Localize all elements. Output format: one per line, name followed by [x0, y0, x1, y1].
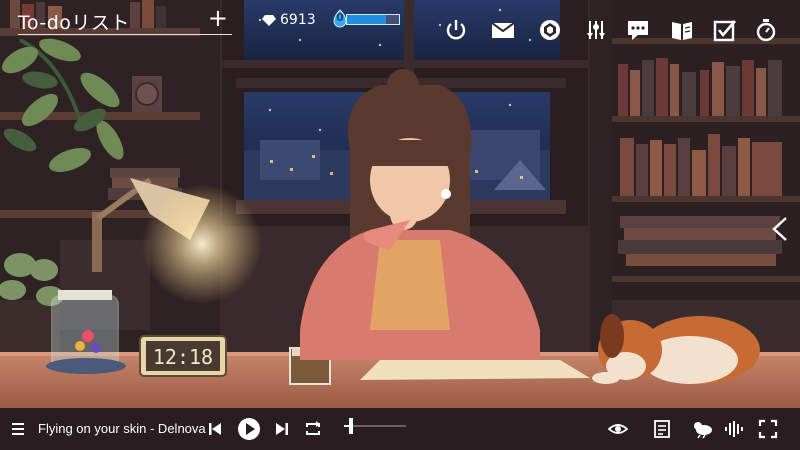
tuning-icon: [587, 21, 605, 39]
desk-clock: 12:18: [139, 335, 227, 377]
next-icon: [276, 423, 288, 435]
gems-count: 6913: [280, 12, 316, 28]
repeat-button[interactable]: [303, 419, 323, 439]
xp-bar-fill: [347, 15, 386, 24]
tasks-button[interactable]: [713, 18, 737, 42]
sound-mixer-button[interactable]: [723, 419, 743, 439]
clock-time: 12:18: [153, 345, 213, 369]
play-icon: [238, 418, 260, 440]
todo-add-button[interactable]: +: [208, 4, 228, 32]
side-panel-toggle[interactable]: [770, 216, 790, 242]
next-track-button[interactable]: [272, 419, 292, 439]
repeat-icon: [306, 421, 320, 435]
eye-icon: [608, 424, 628, 434]
checkbox-icon: [713, 20, 736, 42]
sound-wave-icon: [725, 421, 743, 437]
power-button[interactable]: [444, 18, 468, 42]
top-hud: To-doリスト + 6913 0: [0, 0, 800, 48]
gems-counter: 6913: [262, 12, 316, 28]
progress-thumb[interactable]: [349, 418, 354, 434]
visibility-button[interactable]: [608, 419, 628, 439]
notes-icon: [654, 420, 670, 438]
lofi-room-scene: 12:18: [0, 0, 800, 450]
timer-button[interactable]: [754, 18, 778, 42]
menu-button[interactable]: [8, 419, 28, 439]
power-icon: [446, 20, 466, 40]
level-indicator: 0: [330, 9, 400, 29]
diamond-icon: [262, 15, 276, 26]
terrarium-jar: [46, 290, 126, 374]
mail-icon: [491, 22, 515, 38]
sleeping-dog: [592, 314, 760, 384]
timer-icon: [756, 19, 776, 42]
fullscreen-button[interactable]: [758, 419, 778, 439]
play-button[interactable]: [237, 417, 261, 441]
photo-mode-button[interactable]: [538, 18, 562, 42]
chat-icon: [628, 21, 648, 40]
track-progress-slider[interactable]: [344, 412, 406, 436]
todo-widget: To-doリスト +: [18, 4, 232, 35]
fullscreen-icon: [758, 419, 778, 439]
app-stage: 12:18 To-doリスト + 6913 0 Flying on your s…: [0, 0, 800, 450]
xp-bar: [346, 14, 400, 25]
chat-button[interactable]: [626, 18, 650, 42]
level-number: 0: [336, 11, 344, 24]
weather-button[interactable]: [690, 419, 714, 439]
mail-button[interactable]: [491, 18, 515, 42]
menu-icon: [12, 423, 24, 435]
todo-title[interactable]: To-doリスト: [18, 8, 130, 35]
book-button[interactable]: [670, 18, 694, 42]
tuning-button[interactable]: [584, 18, 608, 42]
previous-track-button[interactable]: [205, 419, 225, 439]
chevron-left-icon: [772, 217, 787, 241]
book-icon: [672, 22, 692, 40]
notes-button[interactable]: [652, 419, 672, 439]
track-title: Flying on your skin - Delnova: [38, 421, 206, 436]
aperture-icon: [540, 20, 560, 40]
weather-icon: [694, 422, 712, 439]
prev-icon: [209, 423, 221, 435]
